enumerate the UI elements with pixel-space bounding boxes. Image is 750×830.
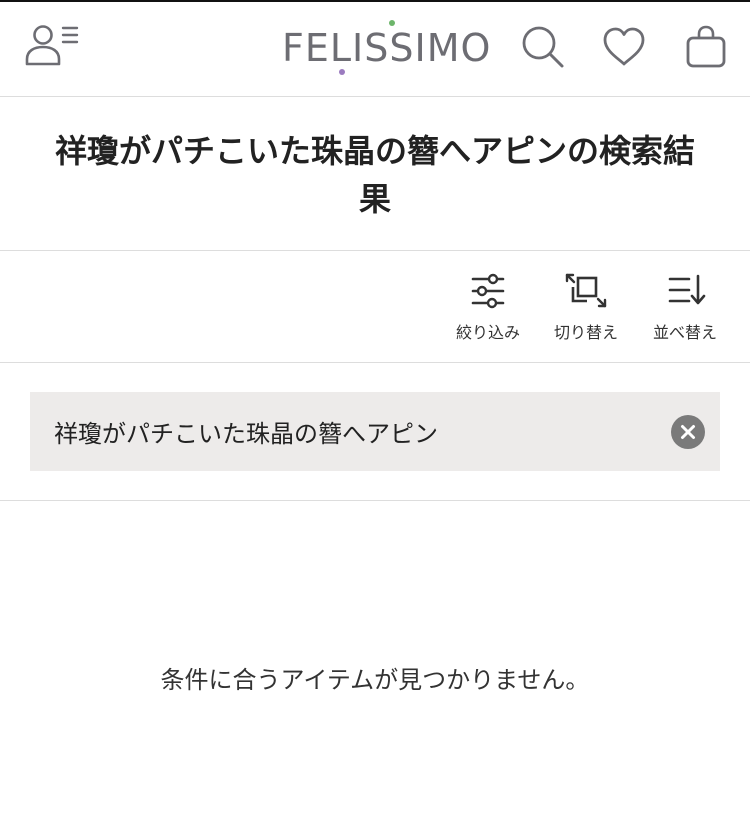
sort-button[interactable]: 並べ替え: [640, 269, 730, 349]
filter-sliders-icon: [471, 273, 505, 309]
view-switch-button[interactable]: 切り替え: [541, 269, 631, 349]
no-results-message: 条件に合うアイテムが見つかりません。: [160, 666, 590, 694]
result-toolbar: 絞り込み 切り替え 並べ替え: [0, 251, 750, 363]
filter-label: 絞り込み: [455, 323, 520, 342]
search-input[interactable]: [54, 392, 654, 471]
cart-button[interactable]: [684, 24, 728, 70]
sort-icon: [668, 274, 706, 305]
account-menu-icon: [25, 25, 79, 66]
heart-icon: [603, 27, 645, 66]
logo-purple-dot: [339, 69, 345, 75]
view-switch-icon: [565, 273, 607, 308]
favorites-button[interactable]: [601, 26, 647, 68]
felissimo-logo[interactable]: FELISSIMO: [282, 20, 492, 78]
logo-green-dot: [389, 20, 395, 26]
search-section: [0, 363, 750, 501]
search-button[interactable]: [520, 24, 566, 70]
close-icon: [681, 425, 695, 439]
search-box: [30, 392, 720, 471]
shopping-bag-icon: [686, 25, 726, 68]
sort-label: 並べ替え: [652, 323, 717, 342]
clear-search-button[interactable]: [671, 415, 705, 449]
logo-text: FELISSIMO: [282, 26, 492, 70]
site-header: FELISSIMO: [0, 2, 750, 97]
account-menu-button[interactable]: [24, 22, 80, 68]
title-section: 祥瓊がパチこいた珠晶の簪へアピンの検索結果: [0, 97, 750, 251]
page-title: 祥瓊がパチこいた珠晶の簪へアピンの検索結果: [54, 132, 695, 218]
search-icon: [522, 26, 564, 68]
filter-button[interactable]: 絞り込み: [443, 269, 533, 349]
view-switch-label: 切り替え: [553, 323, 618, 342]
